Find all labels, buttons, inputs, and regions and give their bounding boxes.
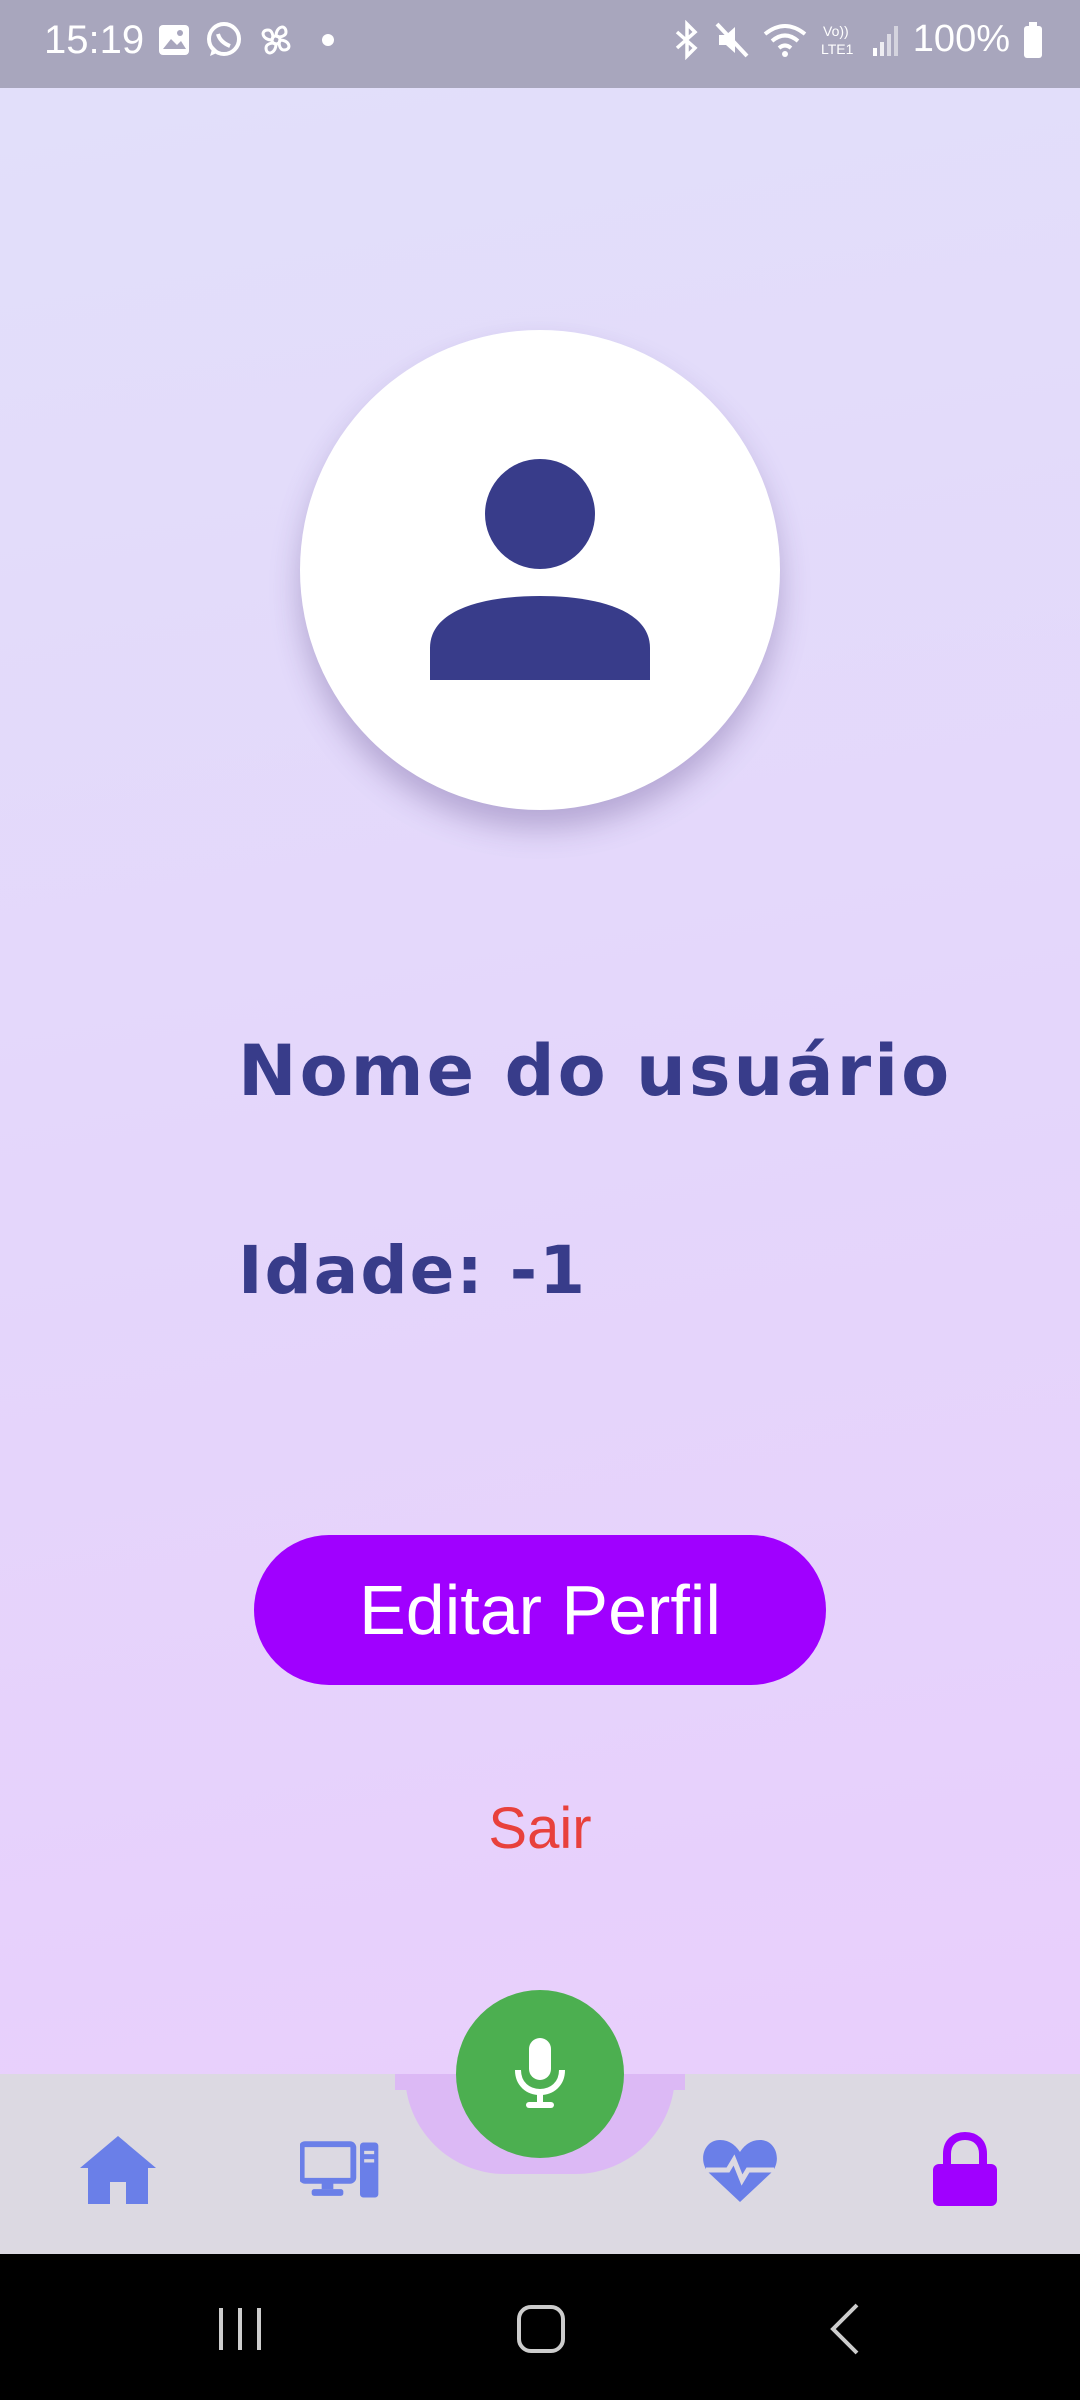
home-button[interactable] [506, 2294, 576, 2364]
whatsapp-icon [207, 22, 241, 56]
nav-devices[interactable] [300, 2130, 380, 2210]
home-icon [80, 2136, 156, 2204]
back-button[interactable] [810, 2294, 880, 2364]
lock-icon [933, 2132, 997, 2206]
svg-text:Vo)): Vo)) [823, 23, 849, 39]
person-icon [430, 459, 650, 680]
bluetooth-icon [675, 19, 698, 60]
wifi-icon [763, 23, 807, 57]
edit-profile-button[interactable]: Editar Perfil [254, 1535, 826, 1685]
logout-link[interactable]: Sair [0, 1795, 1080, 1862]
recent-apps-button[interactable] [205, 2294, 275, 2364]
battery-icon [1024, 21, 1042, 58]
devices-icon [300, 2141, 379, 2198]
system-nav-bar [0, 2254, 1080, 2400]
user-age: Idade: -1 [238, 1232, 588, 1309]
screen: 15:19 Vo)) LTE1 100% Nome do usuário Ida… [0, 0, 1080, 2254]
nav-lock[interactable] [925, 2130, 1005, 2210]
status-bar: 15:19 Vo)) LTE1 100% [0, 0, 1080, 88]
fan-icon [261, 25, 291, 55]
dot-icon [322, 34, 334, 46]
status-time: 15:19 [44, 18, 145, 62]
back-icon [830, 2303, 859, 2355]
svg-text:LTE1: LTE1 [821, 41, 854, 57]
microphone-button[interactable] [456, 1990, 624, 2158]
home-square-icon [517, 2305, 565, 2353]
avatar [300, 330, 780, 810]
user-name: Nome do usuário [238, 1030, 953, 1112]
gallery-icon [159, 25, 189, 55]
battery-level: 100% [912, 18, 1010, 60]
mute-icon [715, 22, 749, 57]
nav-home[interactable] [78, 2130, 158, 2210]
heart-pulse-icon [703, 2140, 777, 2202]
volte-icon: Vo)) LTE1 [821, 23, 854, 57]
microphone-icon [515, 2038, 565, 2108]
signal-icon [872, 25, 898, 56]
nav-health[interactable] [700, 2130, 780, 2210]
recent-apps-icon [219, 2308, 261, 2350]
